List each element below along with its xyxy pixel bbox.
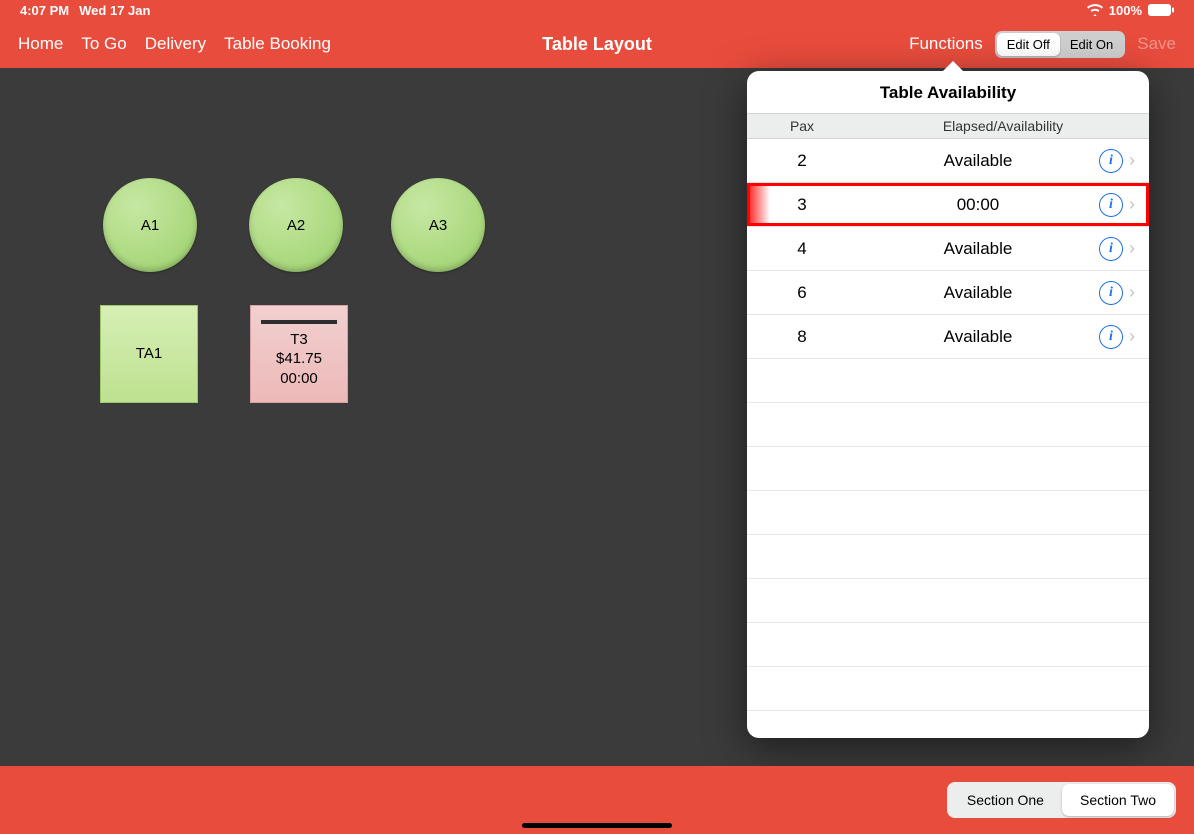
wifi-icon	[1087, 4, 1103, 16]
row-pax: 8	[747, 327, 857, 347]
info-icon[interactable]: i	[1099, 325, 1123, 349]
home-indicator	[522, 823, 672, 828]
empty-row	[747, 359, 1149, 403]
table-label: TA1	[136, 344, 162, 364]
table-availability-popover: Table Availability Pax Elapsed/Availabil…	[747, 71, 1149, 738]
table-progress-bar	[261, 320, 337, 324]
empty-row	[747, 491, 1149, 535]
popover-arrow	[942, 61, 964, 72]
table-amount: $41.75	[276, 349, 322, 369]
availability-row[interactable]: 6Availablei ›	[747, 271, 1149, 315]
page-title: Table Layout	[542, 34, 652, 55]
availability-row[interactable]: 8Availablei ›	[747, 315, 1149, 359]
nav-delivery[interactable]: Delivery	[145, 34, 206, 54]
row-pax: 2	[747, 151, 857, 171]
empty-row	[747, 579, 1149, 623]
table-layout-canvas[interactable]: A1 A2 A3 TA1 T3 $41.75 00:00 Table Avail…	[0, 68, 1194, 766]
info-icon[interactable]: i	[1099, 237, 1123, 261]
bottom-bar: Section One Section Two	[0, 766, 1194, 834]
row-status: Available	[857, 327, 1099, 347]
edit-off-button[interactable]: Edit Off	[997, 33, 1060, 56]
table-label: A3	[429, 217, 447, 234]
empty-row	[747, 447, 1149, 491]
row-status: Available	[857, 151, 1099, 171]
top-nav: Home To Go Delivery Table Booking Table …	[0, 20, 1194, 68]
table-label: A1	[141, 217, 159, 234]
section-toggle[interactable]: Section One Section Two	[947, 782, 1176, 818]
row-status: Available	[857, 239, 1099, 259]
status-date: Wed 17 Jan	[79, 3, 150, 18]
nav-home[interactable]: Home	[18, 34, 63, 54]
availability-row[interactable]: 4Availablei ›	[747, 227, 1149, 271]
table-label: A2	[287, 217, 305, 234]
chevron-right-icon: ›	[1129, 238, 1135, 259]
popover-title: Table Availability	[747, 71, 1149, 113]
chevron-right-icon: ›	[1129, 194, 1135, 215]
save-button[interactable]: Save	[1137, 34, 1176, 54]
nav-booking[interactable]: Table Booking	[224, 34, 331, 54]
battery-icon	[1148, 4, 1174, 16]
table-label: T3	[290, 330, 308, 350]
empty-row	[747, 403, 1149, 447]
col-pax-label: Pax	[747, 118, 857, 134]
functions-button[interactable]: Functions	[909, 34, 983, 54]
table-a3[interactable]: A3	[391, 178, 485, 272]
row-status: 00:00	[857, 195, 1099, 215]
chevron-right-icon: ›	[1129, 326, 1135, 347]
table-t3[interactable]: T3 $41.75 00:00	[250, 305, 348, 403]
availability-row[interactable]: 2Availablei ›	[747, 139, 1149, 183]
row-pax: 6	[747, 283, 857, 303]
table-a2[interactable]: A2	[249, 178, 343, 272]
chevron-right-icon: ›	[1129, 150, 1135, 171]
edit-mode-toggle[interactable]: Edit Off Edit On	[995, 31, 1125, 58]
row-status: Available	[857, 283, 1099, 303]
info-icon[interactable]: i	[1099, 149, 1123, 173]
table-ta1[interactable]: TA1	[100, 305, 198, 403]
status-bar: 4:07 PM Wed 17 Jan 100%	[0, 0, 1194, 20]
status-time: 4:07 PM	[20, 3, 69, 18]
battery-percent: 100%	[1109, 3, 1142, 18]
chevron-right-icon: ›	[1129, 282, 1135, 303]
info-icon[interactable]: i	[1099, 281, 1123, 305]
popover-column-header: Pax Elapsed/Availability	[747, 113, 1149, 139]
table-a1[interactable]: A1	[103, 178, 197, 272]
nav-togo[interactable]: To Go	[81, 34, 126, 54]
edit-on-button[interactable]: Edit On	[1060, 33, 1123, 56]
col-status-label: Elapsed/Availability	[857, 118, 1149, 134]
empty-row	[747, 667, 1149, 711]
availability-row[interactable]: 300:00i ›	[747, 183, 1149, 227]
section-one-button[interactable]: Section One	[949, 784, 1062, 816]
row-pax: 4	[747, 239, 857, 259]
table-elapsed: 00:00	[280, 369, 318, 389]
empty-row	[747, 535, 1149, 579]
section-two-button[interactable]: Section Two	[1062, 784, 1174, 816]
row-pax: 3	[747, 195, 857, 215]
empty-row	[747, 623, 1149, 667]
info-icon[interactable]: i	[1099, 193, 1123, 217]
availability-rows: 2Availablei›300:00i›4Availablei›6Availab…	[747, 139, 1149, 359]
